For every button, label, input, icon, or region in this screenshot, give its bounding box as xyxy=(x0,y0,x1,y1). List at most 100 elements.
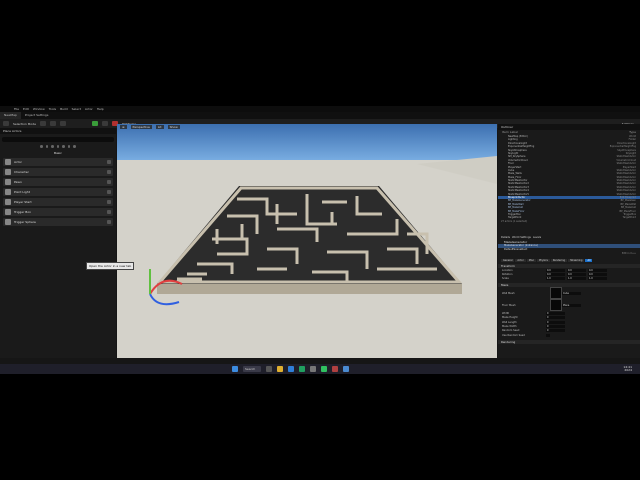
lit-button[interactable]: Lit xyxy=(155,125,164,129)
volumes-icon[interactable] xyxy=(67,145,71,148)
scale-label: Scale xyxy=(502,277,509,281)
save-icon[interactable] xyxy=(3,121,9,126)
level-viewport[interactable]: ≡ Perspective Lit Show xyxy=(117,124,497,372)
place-actor-item[interactable]: Point Light xyxy=(3,188,113,196)
maze-front-face xyxy=(157,284,462,294)
prop-field[interactable]: 0 xyxy=(546,329,565,333)
help-icon[interactable] xyxy=(107,160,111,164)
menu-build[interactable]: Build xyxy=(60,107,68,111)
scale-y-field[interactable]: 1.0 xyxy=(567,277,586,281)
outliner-row-type: TargetPoint xyxy=(622,216,636,220)
start-icon[interactable] xyxy=(232,366,238,372)
help-icon[interactable] xyxy=(107,170,111,174)
place-actor-item[interactable]: Character xyxy=(3,168,113,176)
viewport-toolbar: ≡ Perspective Lit Show xyxy=(117,124,497,130)
menu-select[interactable]: Select xyxy=(72,107,81,111)
category-rendering[interactable]: Rendering xyxy=(550,259,568,262)
category-physics[interactable]: Physics xyxy=(537,259,550,262)
help-icon[interactable] xyxy=(107,220,111,224)
prop-label: Width xyxy=(502,311,510,315)
menu-help[interactable]: Help xyxy=(97,107,104,111)
location-y-field[interactable]: 0.0 xyxy=(567,268,586,272)
rotation-y-field[interactable]: 0.0 xyxy=(567,273,586,277)
scale-x-field[interactable]: 1.0 xyxy=(546,277,565,281)
blueprint-icon[interactable] xyxy=(49,121,56,126)
recent-icon[interactable] xyxy=(40,145,43,148)
prop-field[interactable]: 0 xyxy=(546,320,565,324)
help-icon[interactable] xyxy=(107,200,111,204)
category-all[interactable]: All xyxy=(585,259,593,262)
category-streaming[interactable]: Streaming xyxy=(568,259,585,262)
place-actor-item[interactable]: Trigger Sphere xyxy=(3,218,113,226)
mesh-thumbnail[interactable] xyxy=(550,287,562,300)
wall-mesh-field[interactable]: Cube xyxy=(562,291,581,295)
location-x-field[interactable]: 0.0 xyxy=(546,268,565,272)
search-box[interactable]: Search xyxy=(243,366,261,372)
rotation-x-field[interactable]: 0.0 xyxy=(546,273,565,277)
system-tray[interactable]: 14:41 2024 xyxy=(623,366,632,372)
prop-field[interactable]: 0 xyxy=(546,316,565,320)
menu-window[interactable]: Window xyxy=(33,107,45,111)
menu-edit[interactable]: Edit xyxy=(23,107,29,111)
menu-actor[interactable]: Actor xyxy=(85,107,93,111)
prop-field[interactable]: 0 xyxy=(546,311,565,315)
place-actor-item[interactable]: Pawn xyxy=(3,178,113,186)
shapes-icon[interactable] xyxy=(56,145,60,148)
category-misc[interactable]: Misc xyxy=(526,259,537,262)
tab-levels[interactable]: Levels xyxy=(533,236,541,239)
actor-icon xyxy=(5,159,11,165)
viewport-menu-button[interactable]: ≡ xyxy=(120,125,127,129)
place-actors-title: Place Actors xyxy=(0,128,116,134)
prop-field[interactable]: 0 xyxy=(546,325,565,329)
use-random-seed-checkbox[interactable] xyxy=(546,333,550,337)
unreal-icon[interactable] xyxy=(310,366,316,372)
show-button[interactable]: Show xyxy=(167,125,180,129)
wall-mesh-label: Wall Mesh xyxy=(502,291,515,295)
trigger-sphere-icon xyxy=(5,219,11,225)
place-actor-item[interactable]: Trigger Box xyxy=(3,208,113,216)
category-actor[interactable]: Actor xyxy=(515,259,526,262)
rendering-section[interactable]: Rendering xyxy=(498,339,640,344)
prop-label: Use Random Seed xyxy=(502,333,525,337)
actor-search-input[interactable] xyxy=(2,137,114,142)
help-icon[interactable] xyxy=(107,210,111,214)
visual-effects-icon[interactable] xyxy=(62,145,65,148)
chat-icon[interactable] xyxy=(321,366,327,372)
basic-icon[interactable] xyxy=(45,145,49,148)
help-icon[interactable] xyxy=(107,190,111,194)
selection-mode-button[interactable]: Selection Mode xyxy=(13,122,36,126)
tab-newmap[interactable]: NewMap xyxy=(0,112,21,119)
play-icon[interactable] xyxy=(91,121,98,126)
app-icon[interactable] xyxy=(299,366,305,372)
add-actor-icon[interactable] xyxy=(39,121,46,126)
tab-world-settings[interactable]: World Settings xyxy=(512,236,531,239)
category-general[interactable]: General xyxy=(501,259,515,262)
place-actor-item[interactable]: Player Start xyxy=(3,198,113,206)
help-icon[interactable] xyxy=(107,180,111,184)
floor-mesh-field[interactable]: Plane xyxy=(562,303,581,307)
tab-project-settings[interactable]: Project Settings xyxy=(21,112,53,119)
all-classes-icon[interactable] xyxy=(73,145,77,148)
scale-z-field[interactable]: 1.0 xyxy=(588,277,607,281)
cinematics-icon[interactable] xyxy=(59,121,66,126)
tab-details[interactable]: Details xyxy=(501,236,510,239)
store-icon[interactable] xyxy=(343,366,349,372)
place-actor-item[interactable]: Actor xyxy=(3,158,113,166)
browser-icon[interactable] xyxy=(288,366,294,372)
rotation-z-field[interactable]: 0.0 xyxy=(588,273,607,277)
media-icon[interactable] xyxy=(332,366,338,372)
menu-file[interactable]: File xyxy=(14,107,19,111)
file-explorer-icon[interactable] xyxy=(277,366,283,372)
task-view-icon[interactable] xyxy=(266,366,272,372)
location-z-field[interactable]: 0.0 xyxy=(588,268,607,272)
perspective-button[interactable]: Perspective xyxy=(130,125,152,129)
place-actor-label: Player Start xyxy=(14,200,32,204)
lights-icon[interactable] xyxy=(51,145,54,148)
menu-tools[interactable]: Tools xyxy=(49,107,56,111)
taskbar-icons: Search xyxy=(232,366,349,372)
mesh-thumbnail[interactable] xyxy=(550,299,562,312)
pause-icon[interactable] xyxy=(101,121,108,126)
scale-row: Scale 1.0 1.0 1.0 xyxy=(498,277,640,281)
details-panel: Details World Settings Levels MazeGenera… xyxy=(498,234,640,372)
edit-in-cpp-link[interactable]: Edit in C++ xyxy=(498,252,640,255)
